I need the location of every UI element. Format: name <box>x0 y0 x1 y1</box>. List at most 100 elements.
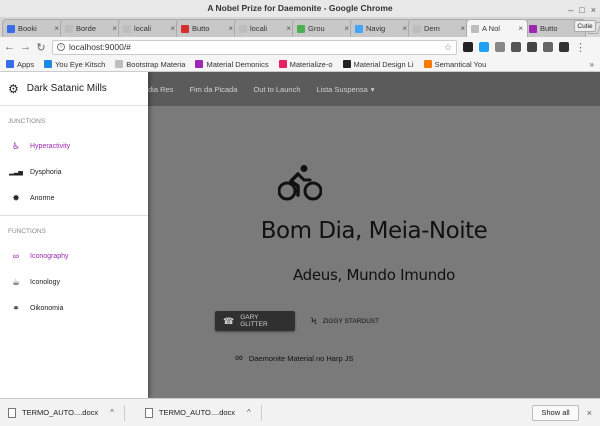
bookmark-label: You Eye Kitsch <box>55 59 106 69</box>
extension-icon[interactable] <box>559 42 569 52</box>
nav-item-lista-suspensa[interactable]: Lista Suspensa ▾ <box>317 85 375 94</box>
accessibility-icon: ♿ <box>11 140 21 151</box>
tab-label: Navig <box>366 24 386 33</box>
window-title: A Nobel Prize for Daemonite - Google Chr… <box>207 3 393 13</box>
close-tab-icon[interactable]: × <box>286 24 291 33</box>
browser-tab[interactable]: locali × <box>118 19 180 37</box>
infinity-icon: ∞ <box>12 251 20 261</box>
bookmark-label: Apps <box>17 59 35 69</box>
nav-item-out-to-launch[interactable]: Out to Launch <box>253 85 300 94</box>
sidebar-item-oikonomia[interactable]: ⚭ Oikonomia <box>0 295 148 321</box>
reload-button[interactable]: ↻ <box>36 41 46 54</box>
bookmark-favicon-icon <box>195 60 204 68</box>
sidebar-header[interactable]: ⚙ Dark Satanic Mills <box>0 72 148 106</box>
close-tab-icon[interactable]: × <box>54 24 59 33</box>
close-tab-icon[interactable]: × <box>402 24 407 33</box>
gears-icon: ⚙ <box>8 81 19 96</box>
bookmark-label: Material Design Li <box>353 59 414 69</box>
sidebar-item-iconography[interactable]: ∞ Iconography <box>0 243 148 269</box>
back-button[interactable]: ← <box>4 41 15 53</box>
daemonite-link-label: Daemonite Material no Harp JS <box>248 353 354 363</box>
flash-icon: ϟ <box>311 316 317 326</box>
nav-item-fim-da-picada[interactable]: Fim da Picada <box>189 85 237 94</box>
extension-icon[interactable] <box>479 42 489 52</box>
hero-subtitle: Adeus, Mundo Imundo <box>292 266 456 284</box>
hero-button-row: ☎ Gary Glitter ϟ Ziggy Stardust <box>215 311 388 331</box>
bookmark-item[interactable]: Materialize-o <box>278 60 333 69</box>
tab-label: Butto <box>540 24 558 33</box>
address-bar[interactable]: i localhost:9000/# ☆ <box>52 39 457 55</box>
favicon-icon <box>239 24 247 33</box>
extension-icon[interactable] <box>463 42 473 52</box>
close-download-shelf-icon[interactable]: × <box>587 408 592 418</box>
chevron-down-icon: ▾ <box>370 84 375 94</box>
tab-label: Dem <box>424 24 440 33</box>
bookmark-favicon-icon <box>115 60 124 68</box>
browser-tab[interactable]: Borde × <box>60 19 122 37</box>
extension-icon[interactable] <box>543 42 553 52</box>
ziggy-stardust-button[interactable]: ϟ Ziggy Stardust <box>303 311 388 331</box>
bookmark-star-icon[interactable]: ☆ <box>444 42 452 53</box>
tab-label: Grou <box>308 24 325 33</box>
chevron-up-icon[interactable]: ^ <box>110 408 114 417</box>
bookmark-item[interactable]: You Eye Kitsch <box>44 60 105 69</box>
sidebar-item-dysphoria[interactable]: ▂▃▅ Dysphoria <box>0 159 148 185</box>
sidebar-section-heading: Junctions <box>8 118 46 125</box>
file-icon <box>144 407 153 418</box>
bookmarks-list: Apps You Eye Kitsch Bootstrap Materia Mater… <box>6 60 486 69</box>
browser-tab[interactable]: Grou × <box>292 19 354 37</box>
bookmark-item[interactable]: Material Demonics <box>195 60 269 69</box>
browser-tab[interactable]: Dem × <box>408 19 470 37</box>
bookmark-item[interactable]: Semantical You <box>423 60 486 69</box>
page-viewport: dia Res Fim da Picada Out to Launch List… <box>0 72 600 398</box>
favicon-icon <box>7 24 15 33</box>
sidebar-item-iconology[interactable]: ☕ Iconology <box>0 269 148 295</box>
bookmark-item[interactable]: Apps <box>6 60 34 69</box>
close-tab-icon[interactable]: × <box>518 24 523 33</box>
favicon-icon <box>65 24 73 33</box>
extension-icon[interactable] <box>527 42 537 52</box>
browser-tab[interactable]: locali × <box>234 19 296 37</box>
tab-label: Booki <box>18 24 37 33</box>
close-tab-icon[interactable]: × <box>112 24 117 33</box>
download-item[interactable]: TERMO_AUTO....docx ^ <box>144 407 251 418</box>
browser-tab[interactable]: Butto × <box>176 19 238 37</box>
hero-title: Bom Dia, Meia-Noite <box>260 218 488 244</box>
extension-icon[interactable] <box>495 42 505 52</box>
tab-label: locali <box>134 24 152 33</box>
close-tab-icon[interactable]: × <box>344 24 349 33</box>
close-tab-icon[interactable]: × <box>460 24 465 33</box>
browser-tab[interactable]: Navig × <box>350 19 412 37</box>
toolbar: ← → ↻ i localhost:9000/# ☆ ⋮ <box>0 37 600 57</box>
bookmark-item[interactable]: Bootstrap Materia <box>115 60 185 69</box>
bookmark-favicon-icon <box>423 60 432 68</box>
signal-bars-icon: ▂▃▅ <box>9 169 23 176</box>
info-icon[interactable]: i <box>57 43 65 51</box>
download-filename: TERMO_AUTO....docx <box>22 408 99 417</box>
close-tab-icon[interactable]: × <box>228 24 233 33</box>
chevron-up-icon[interactable]: ^ <box>247 408 251 417</box>
ziggy-stardust-label: Ziggy Stardust <box>322 317 380 325</box>
chrome-menu-button[interactable]: ⋮ <box>575 41 586 54</box>
sidebar-item-label: Hyperactivity <box>30 142 71 150</box>
bookmark-favicon-icon <box>6 60 14 68</box>
daemonite-link[interactable]: ∞ Daemonite Material no Harp JS <box>235 352 353 364</box>
favicon-icon <box>413 24 421 33</box>
extension-icon[interactable] <box>511 42 521 52</box>
forward-button[interactable]: → <box>20 41 31 53</box>
browser-tab[interactable]: A Nol × <box>466 19 528 37</box>
gary-glitter-button[interactable]: ☎ Gary Glitter <box>215 311 295 331</box>
bookmark-item[interactable]: Material Design Li <box>342 59 414 69</box>
browser-tab[interactable]: Booki × <box>2 19 64 37</box>
sidebar-item-anorme[interactable]: ✸ Anorme <box>0 185 148 211</box>
download-item[interactable]: TERMO_AUTO....docx ^ <box>8 407 114 418</box>
nav-item-dia-res[interactable]: dia Res <box>148 85 173 94</box>
sidebar-item-label: Anorme <box>30 194 55 202</box>
favicon-icon <box>355 24 363 33</box>
bookmarks-overflow-button[interactable]: » <box>590 60 594 69</box>
close-tab-icon[interactable]: × <box>170 24 175 33</box>
sidebar-item-hyperactivity[interactable]: ♿ Hyperactivity <box>0 133 148 159</box>
tab-label: Butto <box>192 24 210 33</box>
profile-button[interactable]: Cutie <box>574 20 596 32</box>
show-all-downloads-button[interactable]: Show all <box>532 404 579 421</box>
